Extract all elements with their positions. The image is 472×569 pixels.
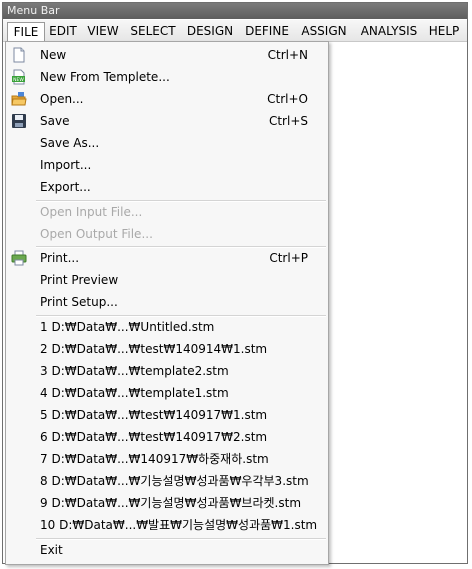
- menu-item-save[interactable]: Save Ctrl+S: [6, 110, 328, 132]
- menu-item-label: Save: [40, 114, 70, 128]
- recent-file-item[interactable]: 1 D:₩Data₩...₩Untitled.stm: [6, 316, 328, 338]
- shortcut-label: Ctrl+S: [268, 114, 308, 128]
- menu-item-label: New: [40, 48, 67, 62]
- window-title: Menu Bar: [3, 3, 467, 19]
- recent-file-item[interactable]: 5 D:₩Data₩...₩test₩140917₩1.stm: [6, 404, 328, 426]
- menu-view[interactable]: VIEW: [83, 22, 123, 40]
- recent-file-path: 6 D:₩Data₩...₩test₩140917₩2.stm: [40, 430, 268, 444]
- menu-file[interactable]: FILE: [7, 22, 45, 43]
- recent-file-item[interactable]: 9 D:₩Data₩...₩기능설명₩성과품₩브라켓.stm: [6, 492, 328, 514]
- menu-item-label: Open...: [40, 92, 84, 106]
- recent-file-item[interactable]: 2 D:₩Data₩...₩test₩140914₩1.stm: [6, 338, 328, 360]
- recent-file-path: 4 D:₩Data₩...₩template1.stm: [40, 386, 229, 400]
- menu-item-export[interactable]: Export...: [6, 176, 328, 198]
- recent-file-path: 10 D:₩Data₩...₩발표₩기능설명₩성과품₩1.stm: [40, 518, 318, 532]
- menu-assign[interactable]: ASSIGN: [296, 22, 352, 40]
- menu-design[interactable]: DESIGN: [184, 22, 236, 40]
- shortcut-label: Ctrl+O: [267, 92, 308, 106]
- menu-item-label: Print Setup...: [40, 295, 118, 309]
- recent-file-item[interactable]: 7 D:₩Data₩...₩140917₩하중재하.stm: [6, 448, 328, 470]
- menu-item-label: New From Templete...: [40, 70, 170, 84]
- menu-analysis[interactable]: ANALYSIS: [355, 22, 423, 40]
- menu-item-open-input-file[interactable]: Open Input File...: [6, 201, 328, 223]
- menu-item-exit[interactable]: Exit: [6, 539, 328, 561]
- menu-item-label: Open Output File...: [40, 227, 153, 241]
- menu-item-new-from-template[interactable]: NEW New From Templete...: [6, 66, 328, 88]
- new-template-icon: NEW: [12, 69, 25, 85]
- menu-item-print-setup[interactable]: Print Setup...: [6, 291, 328, 313]
- recent-file-item[interactable]: 4 D:₩Data₩...₩template1.stm: [6, 382, 328, 404]
- recent-file-item[interactable]: 10 D:₩Data₩...₩발표₩기능설명₩성과품₩1.stm: [6, 514, 328, 536]
- recent-file-path: 8 D:₩Data₩...₩기능설명₩성과품₩우각부3.stm: [40, 474, 309, 488]
- menu-item-print[interactable]: Print... Ctrl+P: [6, 247, 328, 269]
- menu-item-open-output-file[interactable]: Open Output File...: [6, 223, 328, 245]
- menu-item-label: Print Preview: [40, 273, 119, 287]
- recent-file-path: 2 D:₩Data₩...₩test₩140914₩1.stm: [40, 342, 268, 356]
- recent-file-path: 3 D:₩Data₩...₩template2.stm: [40, 364, 229, 378]
- recent-file-item[interactable]: 3 D:₩Data₩...₩template2.stm: [6, 360, 328, 382]
- menu-item-label: Exit: [40, 543, 63, 557]
- recent-file-path: 1 D:₩Data₩...₩Untitled.stm: [40, 320, 215, 334]
- menu-item-label: Save As...: [40, 136, 100, 150]
- menu-item-label: Export...: [40, 180, 91, 194]
- floppy-disk-icon: [12, 114, 26, 128]
- menu-item-open[interactable]: Open... Ctrl+O: [6, 88, 328, 110]
- menu-help[interactable]: HELP: [425, 22, 463, 40]
- menu-item-save-as[interactable]: Save As...: [6, 132, 328, 154]
- new-document-icon: [13, 47, 25, 63]
- svg-text:NEW: NEW: [13, 77, 24, 83]
- menu-select[interactable]: SELECT: [127, 22, 179, 40]
- menu-bar: FILE EDIT VIEW SELECT DESIGN DEFINE ASSI…: [3, 20, 467, 43]
- recent-file-path: 5 D:₩Data₩...₩test₩140917₩1.stm: [40, 408, 268, 422]
- shortcut-label: Ctrl+P: [269, 251, 308, 265]
- file-dropdown-menu: New Ctrl+N NEW New From Templete... Open…: [5, 41, 329, 565]
- menu-item-label: Open Input File...: [40, 205, 143, 219]
- menu-define[interactable]: DEFINE: [241, 22, 293, 40]
- recent-file-item[interactable]: 8 D:₩Data₩...₩기능설명₩성과품₩우각부3.stm: [6, 470, 328, 492]
- menu-item-print-preview[interactable]: Print Preview: [6, 269, 328, 291]
- menu-item-label: Print...: [40, 251, 80, 265]
- recent-file-path: 9 D:₩Data₩...₩기능설명₩성과품₩브라켓.stm: [40, 496, 302, 510]
- printer-icon: [11, 250, 27, 266]
- open-folder-icon: [11, 92, 27, 106]
- menu-item-new[interactable]: New Ctrl+N: [6, 44, 328, 66]
- menu-edit[interactable]: EDIT: [45, 22, 81, 40]
- recent-file-item[interactable]: 6 D:₩Data₩...₩test₩140917₩2.stm: [6, 426, 328, 448]
- menu-item-label: Import...: [40, 158, 92, 172]
- shortcut-label: Ctrl+N: [267, 48, 308, 62]
- recent-file-path: 7 D:₩Data₩...₩140917₩하중재하.stm: [40, 452, 269, 466]
- menu-item-import[interactable]: Import...: [6, 154, 328, 176]
